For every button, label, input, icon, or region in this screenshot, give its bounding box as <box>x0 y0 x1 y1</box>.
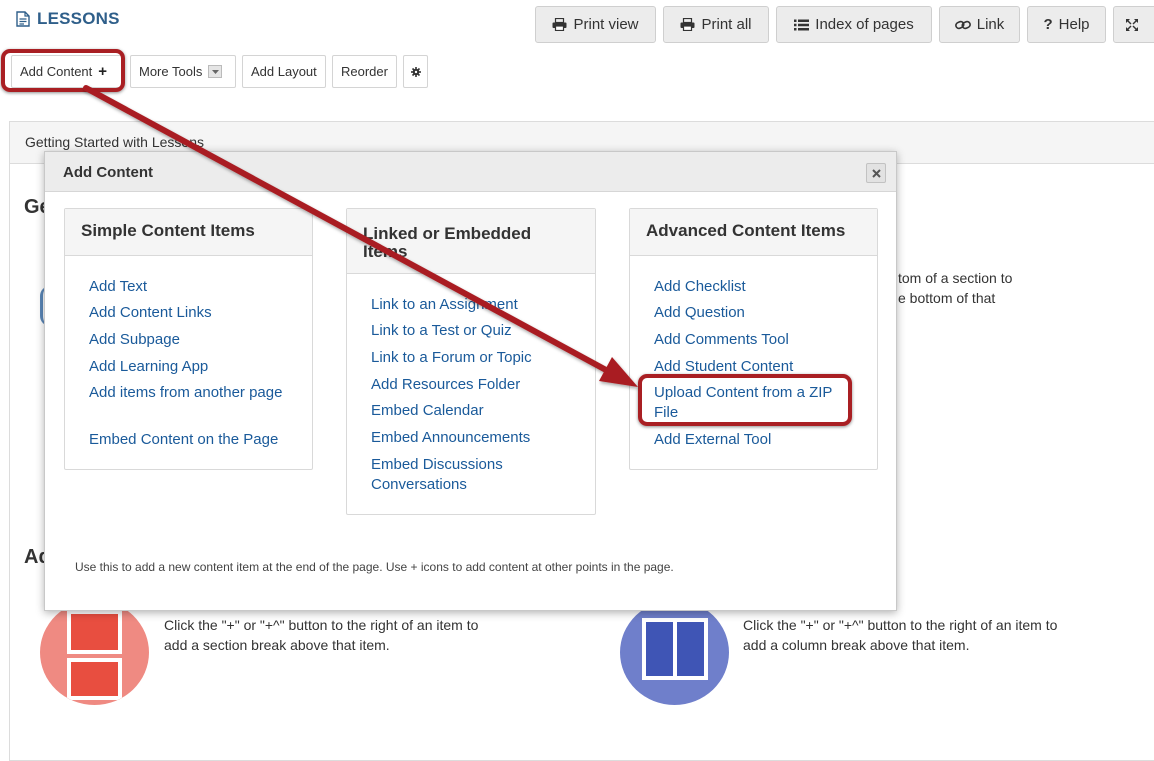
add-content-dialog: Add Content Simple Content Items Add Tex… <box>44 151 897 611</box>
column-title: Simple Content Items <box>65 209 312 256</box>
add-student-content-link[interactable]: Add Student Content <box>654 357 793 377</box>
link-assignment-link[interactable]: Link to an Assignment <box>371 295 518 315</box>
column-title: Linked or Embedded Items <box>347 209 595 274</box>
simple-content-column: Simple Content Items Add Text Add Conten… <box>64 208 313 470</box>
add-checklist-link[interactable]: Add Checklist <box>654 277 746 297</box>
dialog-header <box>45 152 896 192</box>
reorder-button[interactable]: Reorder <box>332 55 397 88</box>
print-all-label: Print all <box>701 16 752 33</box>
reorder-label: Reorder <box>341 64 388 79</box>
link-button[interactable]: Link <box>939 6 1020 43</box>
linked-embedded-column: Linked or Embedded Items Link to an Assi… <box>346 208 596 515</box>
page-title-text: LESSONS <box>37 9 120 28</box>
section-break-text: Click the "+" or "+^" button to the righ… <box>164 617 479 653</box>
add-content-button[interactable]: Add Content + <box>11 55 123 88</box>
print-all-button[interactable]: Print all <box>663 6 769 43</box>
link-icon <box>954 20 971 29</box>
print-view-label: Print view <box>573 16 639 33</box>
add-content-label: Add Content <box>20 64 93 79</box>
advanced-content-column: Advanced Content Items Add Checklist Add… <box>629 208 878 470</box>
dialog-title: Add Content <box>63 164 153 181</box>
dialog-help-text: Use this to add a new content item at th… <box>75 560 674 574</box>
lesson-panel-title: Getting Started with Lessons <box>25 134 204 150</box>
index-of-pages-button[interactable]: Index of pages <box>776 6 932 43</box>
embed-announcements-link[interactable]: Embed Announcements <box>371 428 530 448</box>
embed-discussions-link[interactable]: Embed Discussions Conversations <box>371 455 531 495</box>
column-break-icon <box>620 600 729 705</box>
fullscreen-button[interactable] <box>1113 6 1154 43</box>
partial-text-line-1: tom of a section to <box>898 270 1013 286</box>
add-question-link[interactable]: Add Question <box>654 303 745 323</box>
close-icon <box>871 168 881 178</box>
help-label: Help <box>1058 16 1090 33</box>
add-text-link[interactable]: Add Text <box>89 277 147 297</box>
page-title: LESSONS <box>16 9 120 29</box>
print-view-button[interactable]: Print view <box>535 6 656 43</box>
upload-zip-link[interactable]: Upload Content from a ZIP File <box>654 383 850 423</box>
plus-icon: + <box>98 63 108 80</box>
list-icon <box>794 19 810 30</box>
link-forum-topic-link[interactable]: Link to a Forum or Topic <box>371 348 532 368</box>
add-items-from-another-page-link[interactable]: Add items from another page <box>89 383 289 403</box>
more-tools-label: More Tools <box>139 64 203 79</box>
expand-icon <box>1126 18 1138 31</box>
document-icon <box>16 11 30 27</box>
column-title: Advanced Content Items <box>630 209 877 256</box>
link-label: Link <box>976 16 1005 33</box>
partial-text-line-2: e bottom of that <box>898 290 996 306</box>
printer-icon <box>680 18 695 31</box>
embed-content-link[interactable]: Embed Content on the Page <box>89 430 278 450</box>
add-external-tool-link[interactable]: Add External Tool <box>654 430 771 450</box>
close-button[interactable] <box>866 163 886 183</box>
add-content-links-link[interactable]: Add Content Links <box>89 303 212 323</box>
gear-icon <box>410 66 421 77</box>
section-break-icon <box>40 600 149 705</box>
link-test-quiz-link[interactable]: Link to a Test or Quiz <box>371 321 512 341</box>
caret-down-icon <box>208 65 223 78</box>
add-layout-label: Add Layout <box>251 64 317 79</box>
printer-icon <box>552 18 567 31</box>
help-button[interactable]: ? Help <box>1027 6 1106 43</box>
embed-calendar-link[interactable]: Embed Calendar <box>371 401 484 421</box>
column-break-text: Click the "+" or "+^" button to the righ… <box>743 617 1058 653</box>
add-comments-tool-link[interactable]: Add Comments Tool <box>654 330 789 350</box>
index-of-pages-label: Index of pages <box>815 16 914 33</box>
add-subpage-link[interactable]: Add Subpage <box>89 330 180 350</box>
add-layout-button[interactable]: Add Layout <box>242 55 326 88</box>
question-icon: ? <box>1043 16 1053 33</box>
add-resources-folder-link[interactable]: Add Resources Folder <box>371 375 520 395</box>
more-tools-button[interactable]: More Tools <box>130 55 236 88</box>
add-learning-app-link[interactable]: Add Learning App <box>89 357 208 377</box>
settings-button[interactable] <box>403 55 428 88</box>
